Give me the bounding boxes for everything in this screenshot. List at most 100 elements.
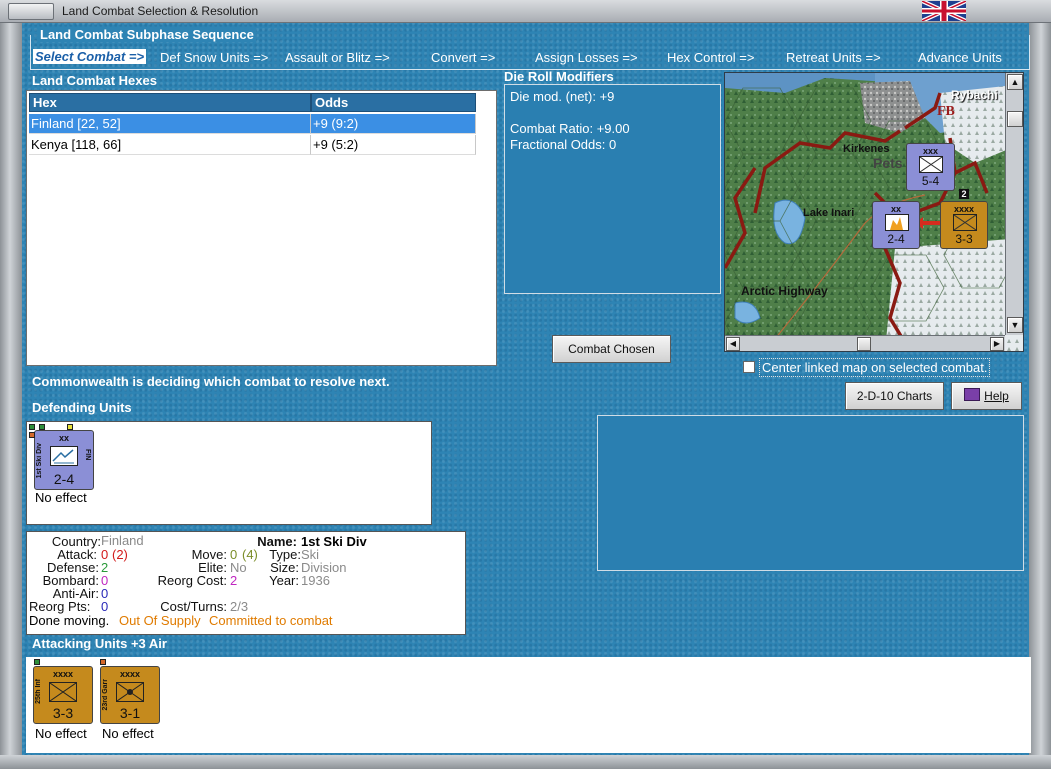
attacking-title: Attacking Units +3 Air [32,636,167,651]
bottom-frame-rail [0,755,1051,769]
infantry-symbol-icon [49,682,77,702]
attacking-unit-23rd-garr[interactable]: xxxx 23rd Garr 3-1 [100,666,160,724]
unit-status-pip [67,424,73,430]
map-label-fb: FB [937,104,955,119]
unit-status-pip [29,432,35,438]
attacking-unit-25th-inf[interactable]: xxxx 25th Inf 3-3 [33,666,93,724]
horizontal-scroll-thumb[interactable] [857,337,871,351]
unit-size: xx [890,204,901,214]
map-unit-xxxx[interactable]: xxxx 3-3 [940,201,988,249]
odds-cell: +9 (9:2) [311,114,476,134]
unit-strength: 3-1 [119,705,141,721]
unit-size: xxxx [52,669,74,679]
scroll-left-arrow-icon[interactable]: ◀ [726,337,740,351]
reorg-cost-value: 2 [230,573,238,588]
done-moving-status: Done moving. [29,613,110,628]
unit-status-pip [34,659,40,665]
step-advance-units[interactable]: Advance Units [918,50,1002,65]
step-select-combat[interactable]: Select Combat => [33,49,147,64]
center-linked-label[interactable]: Center linked map on selected combat. [759,358,991,377]
supply-status: Out Of Supply [119,613,201,628]
unit-details-panel: Country: Finland Name: 1st Ski Div Attac… [26,531,466,635]
scroll-right-arrow-icon[interactable]: ▶ [990,337,1004,351]
left-frame-rail [0,22,22,769]
year-value: 1936 [301,573,330,588]
subphase-title: Land Combat Subphase Sequence [38,27,256,42]
odds-cell: +9 (5:2) [311,135,476,155]
charts-button[interactable]: 2-D-10 Charts [845,382,944,410]
unit-status-pip [29,424,35,430]
ski-infantry-icon [50,446,78,466]
stack-count-badge: 2 [959,189,969,199]
unit-status-pip [39,424,45,430]
map-unit-xx[interactable]: xx 2-4 [872,201,920,249]
unit-name: 25th Inf [35,679,42,704]
unit-size: xxxx [953,204,975,214]
help-book-icon [964,388,981,401]
die-roll-panel: Die mod. (net): +9 Combat Ratio: +9.00 F… [504,84,721,294]
cost-turns-value: 2/3 [230,599,249,614]
right-frame-rail [1029,22,1051,769]
committed-status: Committed to combat [209,613,333,628]
uk-flag-icon [922,1,966,21]
combat-ratio: Combat Ratio: +9.00 [510,121,630,136]
unit-strength: 3-3 [955,232,973,246]
map-label-lake-inari: Lake Inari [803,207,855,219]
map-vertical-scrollbar[interactable]: ▲ ▼ [1005,73,1023,335]
unit-result: No effect [102,726,154,741]
table-row[interactable]: Finland [22, 52] +9 (9:2) [29,114,476,134]
step-assign-losses[interactable]: Assign Losses => [535,50,638,65]
unit-strength: 2-4 [53,471,75,487]
window-title: Land Combat Selection & Resolution [62,4,259,18]
scroll-up-arrow-icon[interactable]: ▲ [1007,74,1023,90]
hexes-title: Land Combat Hexes [32,73,157,88]
map-label-kirkenes: Kirkenes [843,143,890,155]
hex-cell: Finland [22, 52] [29,114,311,134]
help-button[interactable]: Help [951,382,1022,410]
country-value: Finland [101,533,144,548]
map-unit-xxx[interactable]: xxx 5-4 [906,143,955,191]
step-hex-control[interactable]: Hex Control => [667,50,754,65]
defending-title: Defending Units [32,400,132,415]
infantry-symbol-icon [919,156,943,173]
attacking-units-panel: xxxx 25th Inf 3-3 No effect xxxx 23rd Ga… [26,657,1031,753]
reorg-cost-label: Reorg Cost: [157,573,227,588]
status-message: Commonwealth is deciding which combat to… [32,374,390,389]
unit-result: No effect [35,490,87,505]
step-convert[interactable]: Convert => [431,50,495,65]
cost-turns-label: Cost/Turns: [160,599,227,614]
combat-explosion-icon [885,214,909,231]
map-label-rybachi: Rybachi [951,88,998,102]
map-horizontal-scrollbar[interactable]: ◀ ▶ [725,335,1005,351]
combat-chosen-button[interactable]: Combat Chosen [552,335,671,363]
unit-size: xxxx [119,669,141,679]
table-row[interactable]: Kenya [118, 66] +9 (5:2) [29,135,476,155]
unit-strength: 5-4 [921,174,940,188]
center-linked-checkbox[interactable] [743,361,755,373]
window-menu-button[interactable] [8,3,54,20]
attack-modified: (2) [112,547,128,562]
scroll-down-arrow-icon[interactable]: ▼ [1007,317,1023,333]
step-retreat-units[interactable]: Retreat Units => [786,50,881,65]
fractional-odds: Fractional Odds: 0 [510,137,617,152]
unit-result: No effect [35,726,87,741]
map-label-pets: Pets [873,155,903,171]
unit-strength: 2-4 [887,232,905,246]
step-assault-blitz[interactable]: Assault or Blitz => [285,50,390,65]
year-label: Year: [269,573,299,588]
unit-nationality: FIN [84,449,91,461]
vertical-scroll-thumb[interactable] [1007,111,1023,127]
map-label-arctic-highway: Arctic Highway [741,284,828,298]
unit-strength: 3-3 [52,705,74,721]
hex-cell: Kenya [118, 66] [29,135,311,155]
defending-unit-1st-ski-div[interactable]: xx 1st Ski Div FIN 2-4 [34,430,94,490]
hex-table[interactable]: Hex Odds Finland [22, 52] +9 (9:2) Kenya… [26,90,497,366]
die-roll-title: Die Roll Modifiers [504,69,614,84]
column-header-odds[interactable]: Odds [311,93,476,112]
unit-size: xxx [922,146,939,156]
step-def-snow[interactable]: Def Snow Units => [160,50,268,65]
combat-map[interactable]: Rybachi FB Kirkenes Pets Lake Inari Arct… [724,72,1024,352]
garrison-symbol-icon [116,682,144,702]
column-header-hex[interactable]: Hex [29,93,311,112]
title-bar[interactable]: Land Combat Selection & Resolution [0,0,1051,23]
